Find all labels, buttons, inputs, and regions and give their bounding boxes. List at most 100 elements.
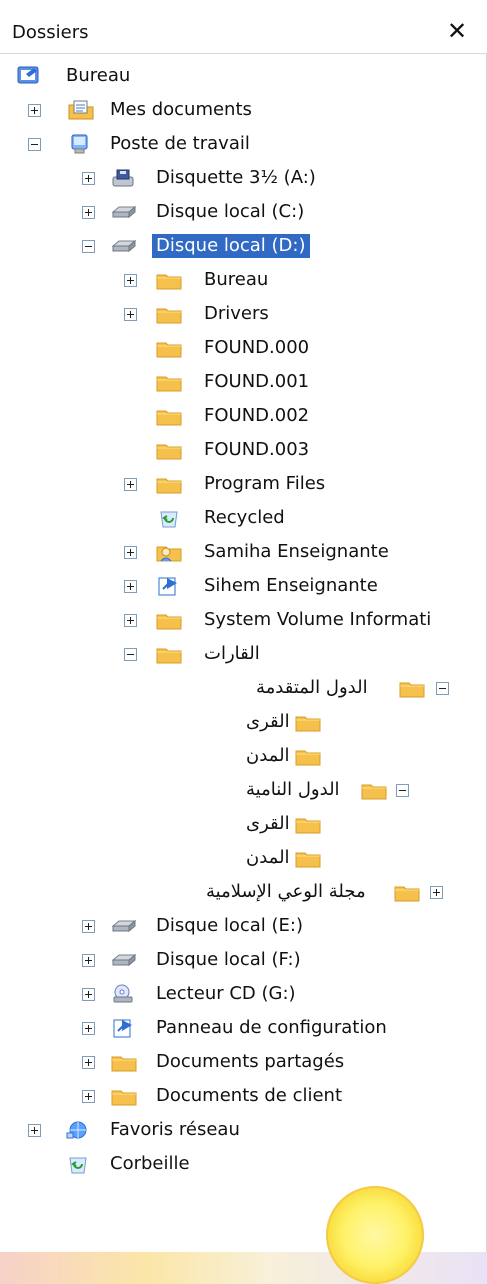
expand-button[interactable] (124, 308, 137, 321)
folder-icon (155, 337, 183, 359)
tree-item-found-001[interactable]: FOUND.001 (0, 365, 487, 399)
tree-item-mes-documents[interactable]: Mes documents (0, 93, 487, 127)
tree-item-label: Documents partagés (156, 1051, 345, 1072)
folder-icon (155, 303, 183, 325)
expand-button[interactable] (28, 1124, 41, 1137)
expand-button[interactable] (82, 1056, 95, 1069)
folders-pane: Dossiers ✕ Bureau Mes documents Poste de… (0, 0, 487, 1284)
expand-button[interactable] (82, 172, 95, 185)
tree-item-recycle-bin[interactable]: Corbeille (0, 1147, 487, 1181)
tree-item-found-002[interactable]: FOUND.002 (0, 399, 487, 433)
tree-item-shared-documents[interactable]: Documents partagés (0, 1045, 487, 1079)
tree-item-disquette[interactable]: Disquette 3½ (A:) (0, 161, 487, 195)
expand-button[interactable] (124, 274, 137, 287)
tree-item-label: Disquette 3½ (A:) (156, 167, 316, 188)
tree-item-label: Sihem Enseignante (204, 575, 378, 596)
folder-icon (155, 609, 183, 631)
expand-button[interactable] (124, 546, 137, 559)
tree-item-label: الدول المتقدمة (256, 677, 368, 698)
tree-item-label: الدول النامية (246, 779, 340, 800)
tree-item-label: FOUND.000 (204, 337, 310, 358)
folder-icon (155, 473, 183, 495)
tree-item-label: Lecteur CD (G:) (156, 983, 296, 1004)
tree-item-disque-e[interactable]: Disque local (E:) (0, 909, 487, 943)
decorative-yellow-circle (326, 1186, 424, 1284)
expand-button[interactable] (82, 206, 95, 219)
tree-item-label: القرى (246, 711, 290, 732)
collapse-button[interactable] (436, 682, 449, 695)
tree-item-cities[interactable]: المدن (0, 739, 487, 773)
tree-item-label: Favoris réseau (110, 1119, 240, 1140)
tree-item-label: Program Files (204, 473, 326, 494)
tree-item-developing-countries[interactable]: الدول النامية (0, 773, 487, 807)
tree-item-label: FOUND.001 (204, 371, 310, 392)
tree-item-samiha-enseignante[interactable]: Samiha Enseignante (0, 535, 487, 569)
tree-item-cities-2[interactable]: المدن (0, 841, 487, 875)
tree-item-label: القرى (246, 813, 290, 834)
hard-drive-icon (110, 915, 138, 937)
tree-item-bureau-d[interactable]: Bureau (0, 263, 487, 297)
folder-icon (294, 847, 322, 869)
tree-item-disque-f[interactable]: Disque local (F:) (0, 943, 487, 977)
tree-item-poste-de-travail[interactable]: Poste de travail (0, 127, 487, 161)
tree-item-label: Drivers (204, 303, 269, 324)
folder-icon (294, 711, 322, 733)
my-documents-icon (67, 99, 95, 121)
recycle-bin-icon (64, 1153, 92, 1175)
tree-item-cd-drive[interactable]: Lecteur CD (G:) (0, 977, 487, 1011)
desktop-icon (16, 65, 44, 87)
tree-item-bureau-root[interactable]: Bureau (0, 59, 487, 93)
expand-button[interactable] (28, 104, 41, 117)
user-folder-icon (155, 541, 183, 563)
tree-item-label: القارات (204, 643, 260, 664)
tree-item-recycled[interactable]: Recycled (0, 501, 487, 535)
tree-item-continents[interactable]: القارات (0, 637, 487, 671)
folder-icon (155, 371, 183, 393)
tree-item-disque-c[interactable]: Disque local (C:) (0, 195, 487, 229)
tree-item-label: Disque local (F:) (156, 949, 301, 970)
collapse-button[interactable] (82, 240, 95, 253)
expand-button[interactable] (124, 478, 137, 491)
tree-item-label: System Volume Informati (204, 609, 432, 630)
hard-drive-icon (110, 201, 138, 223)
tree-item-sihem-enseignante[interactable]: Sihem Enseignante (0, 569, 487, 603)
folder-icon (110, 1051, 138, 1073)
tree-item-client-documents[interactable]: Documents de client (0, 1079, 487, 1113)
network-places-icon (64, 1119, 92, 1141)
collapse-button[interactable] (396, 784, 409, 797)
expand-button[interactable] (82, 1022, 95, 1035)
folder-icon (155, 269, 183, 291)
tree-item-label: Samiha Enseignante (204, 541, 389, 562)
tree-item-label: FOUND.003 (204, 439, 310, 460)
floppy-drive-icon (110, 167, 138, 189)
tree-item-program-files[interactable]: Program Files (0, 467, 487, 501)
folder-tree: Bureau Mes documents Poste de travail Di… (0, 0, 487, 1252)
tree-item-label: المدن (246, 847, 290, 868)
tree-item-control-panel[interactable]: Panneau de configuration (0, 1011, 487, 1045)
expand-button[interactable] (124, 580, 137, 593)
tree-item-disque-d[interactable]: Disque local (D:) (0, 229, 487, 263)
tree-item-found-000[interactable]: FOUND.000 (0, 331, 487, 365)
expand-button[interactable] (82, 920, 95, 933)
collapse-button[interactable] (124, 648, 137, 661)
folder-icon (155, 439, 183, 461)
expand-button[interactable] (82, 988, 95, 1001)
folder-icon (393, 881, 421, 903)
collapse-button[interactable] (28, 138, 41, 151)
tree-item-label: Bureau (204, 269, 269, 290)
tree-item-islamic-awareness-magazine[interactable]: مجلة الوعي الإسلامية (0, 875, 487, 909)
tree-item-system-volume[interactable]: System Volume Informati (0, 603, 487, 637)
tree-item-developed-countries[interactable]: الدول المتقدمة (0, 671, 487, 705)
expand-button[interactable] (82, 1090, 95, 1103)
tree-item-villages[interactable]: القرى (0, 705, 487, 739)
tree-item-network-places[interactable]: Favoris réseau (0, 1113, 487, 1147)
user-folder-icon (155, 575, 183, 597)
tree-item-drivers[interactable]: Drivers (0, 297, 487, 331)
hard-drive-icon (110, 949, 138, 971)
expand-button[interactable] (82, 954, 95, 967)
expand-button[interactable] (430, 886, 443, 899)
tree-item-villages-2[interactable]: القرى (0, 807, 487, 841)
tree-item-label: Corbeille (110, 1153, 190, 1174)
expand-button[interactable] (124, 614, 137, 627)
tree-item-found-003[interactable]: FOUND.003 (0, 433, 487, 467)
